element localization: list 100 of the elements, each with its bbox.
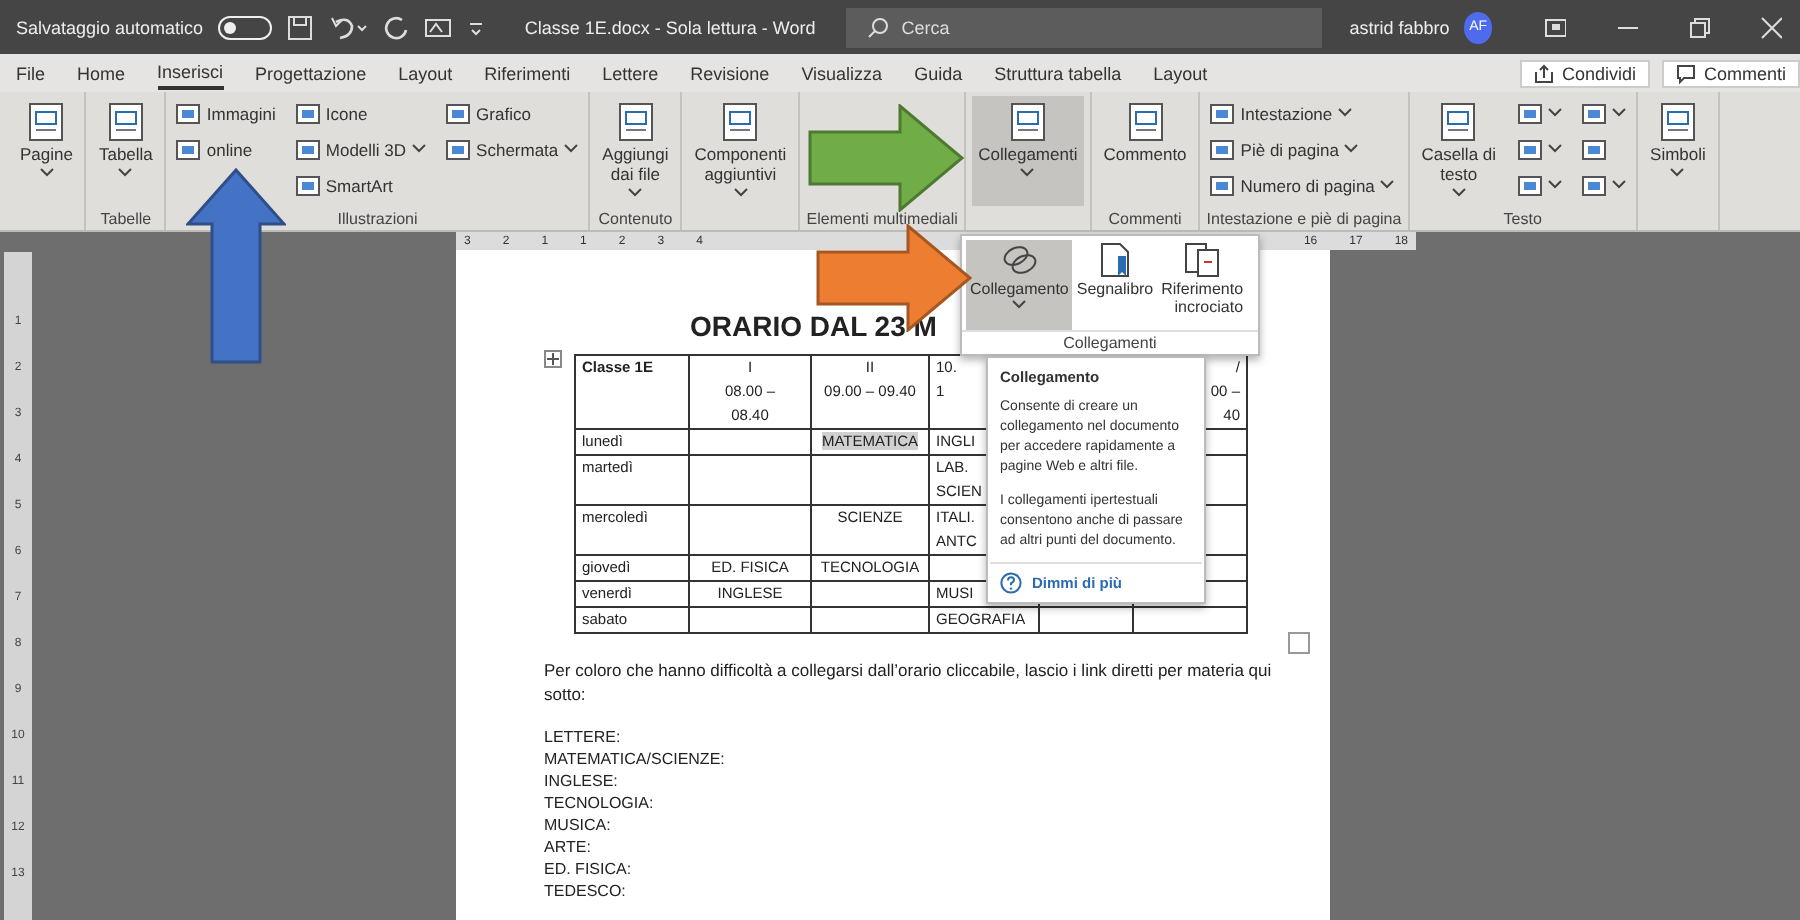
tool-icon — [1582, 101, 1607, 125]
ribbon-button[interactable]: Numero di pagina — [1206, 168, 1399, 202]
format-icon[interactable] — [424, 13, 453, 41]
ribbon-button[interactable]: Collegamenti — [972, 96, 1084, 206]
ribbon-tab[interactable]: Layout — [1153, 59, 1208, 87]
caret-icon — [1344, 144, 1359, 154]
tool-icon — [446, 137, 471, 161]
text-line: ARTE: — [544, 836, 593, 858]
ribbon-button[interactable]: Tabella — [92, 96, 159, 206]
group-label: Intestazione e piè di pagina — [1206, 210, 1402, 230]
tool-icon — [1005, 100, 1050, 144]
ribbon-tab[interactable]: Struttura tabella — [994, 59, 1122, 87]
link-icon — [999, 242, 1040, 278]
ribbon-button[interactable]: SmartArt — [291, 168, 431, 202]
text-line: TECNOLOGIA: — [544, 792, 656, 814]
window-title: Classe 1E.docx - Sola lettura - Word — [524, 17, 816, 37]
text-line: TEDESCO: — [544, 880, 628, 902]
ribbon-button[interactable]: Grafico — [442, 96, 583, 130]
ribbon-button[interactable]: Intestazione — [1206, 96, 1399, 130]
tool-icon — [446, 101, 471, 125]
caret-icon — [1670, 167, 1685, 178]
caret-icon — [1548, 144, 1563, 154]
ribbon-button[interactable]: Casella di testo — [1415, 96, 1503, 206]
group-label: Tabelle — [98, 210, 154, 230]
tool-icon — [1436, 100, 1481, 144]
user-name: astrid fabbro — [1349, 17, 1450, 37]
caret-icon — [412, 144, 427, 154]
tool-icon — [1518, 137, 1543, 161]
bookmark-icon — [1095, 242, 1135, 278]
text-line: MUSICA: — [544, 814, 613, 836]
ribbon-tab[interactable]: Home — [77, 59, 126, 87]
share-icon — [1533, 63, 1554, 83]
ribbon-tab[interactable]: File — [16, 59, 46, 87]
tool-icon — [295, 137, 320, 161]
ribbon-button[interactable]: Aggiungi dai file — [596, 96, 675, 206]
ribbon-button[interactable]: Simboli — [1644, 96, 1712, 206]
tool-icon — [1582, 137, 1607, 161]
caret-icon — [1451, 187, 1466, 198]
table-resize-handle-icon[interactable] — [1288, 632, 1310, 654]
menu-option[interactable]: Collegamento — [966, 240, 1073, 330]
group-label: Contenuto — [596, 210, 675, 230]
ribbon-button[interactable]: Immagini — [172, 96, 280, 130]
group-label: Elementi multimediali — [806, 210, 959, 230]
ribbon-tab[interactable]: Riferimenti — [484, 59, 571, 87]
tool-icon — [176, 101, 201, 125]
group-label: Illustrazioni — [335, 210, 420, 230]
ribbon-button[interactable]: Commento — [1097, 96, 1193, 206]
cross-reference-icon — [1182, 242, 1223, 278]
caret-icon — [733, 187, 748, 198]
text-line: ED. FISICA: — [544, 858, 634, 880]
text-line: LETTERE: — [544, 726, 623, 748]
ribbon-button[interactable]: Schermata — [442, 132, 583, 166]
autosave-toggle[interactable] — [217, 15, 273, 39]
text-line: INGLESE: — [544, 770, 620, 792]
close-icon[interactable] — [1760, 15, 1782, 39]
save-icon[interactable] — [286, 13, 315, 41]
table-move-handle-icon[interactable] — [544, 350, 562, 368]
comments-button[interactable]: Commenti — [1661, 59, 1800, 87]
tool-icon — [1655, 100, 1700, 144]
redo-icon[interactable] — [382, 13, 411, 41]
tool-icon — [1518, 173, 1543, 197]
tool-icon — [295, 173, 320, 197]
tool-icon — [613, 100, 658, 144]
caret-icon — [1612, 180, 1627, 190]
tool-icon — [1123, 100, 1167, 144]
tool-icon — [103, 100, 148, 144]
caret-icon — [1548, 108, 1563, 118]
caret-icon — [118, 167, 133, 178]
tool-icon — [1210, 101, 1235, 125]
ribbon-tab[interactable]: Guida — [914, 59, 963, 87]
help-icon — [1000, 572, 1022, 594]
ribbon-button[interactable]: online — [172, 132, 280, 166]
ribbon-tab[interactable]: Lettere — [602, 59, 659, 87]
text-line: MATEMATICA/SCIENZE: — [544, 748, 727, 770]
ribbon-button[interactable]: Icone — [291, 96, 431, 130]
caret-icon — [628, 187, 643, 198]
ribbon-button[interactable]: Piè di pagina — [1206, 132, 1399, 166]
tool-icon — [176, 137, 201, 161]
ribbon-button[interactable]: Componenti aggiuntivi — [688, 96, 793, 206]
ribbon-tab[interactable]: Progettazione — [255, 59, 367, 87]
ribbon-tab[interactable]: Visualizza — [801, 59, 883, 87]
tool-icon — [718, 100, 763, 144]
tool-icon — [1582, 173, 1607, 197]
undo-icon[interactable] — [328, 13, 369, 41]
ribbon-tab[interactable]: Revisione — [690, 59, 770, 87]
tool-icon — [24, 100, 69, 144]
menu-option[interactable]: Riferimento incrociato — [1157, 240, 1248, 330]
share-button[interactable]: Condividi — [1519, 59, 1650, 87]
ribbon-button[interactable]: Pagine — [14, 96, 79, 206]
menu-option[interactable]: Segnalibro — [1072, 240, 1158, 330]
ribbon-button[interactable]: Modelli 3D — [291, 132, 431, 166]
search-field[interactable]: Cerca — [845, 7, 1322, 47]
restore-icon[interactable] — [1688, 15, 1711, 39]
caret-icon — [1380, 180, 1395, 190]
ribbon-tab[interactable]: Layout — [398, 59, 453, 87]
ribbon-display-icon[interactable] — [1544, 15, 1567, 39]
caret-icon — [1548, 180, 1563, 190]
tool-icon — [1518, 101, 1543, 125]
autosave-label: Salvataggio automatico — [16, 17, 204, 37]
group-label: Collegamenti — [962, 330, 1258, 354]
